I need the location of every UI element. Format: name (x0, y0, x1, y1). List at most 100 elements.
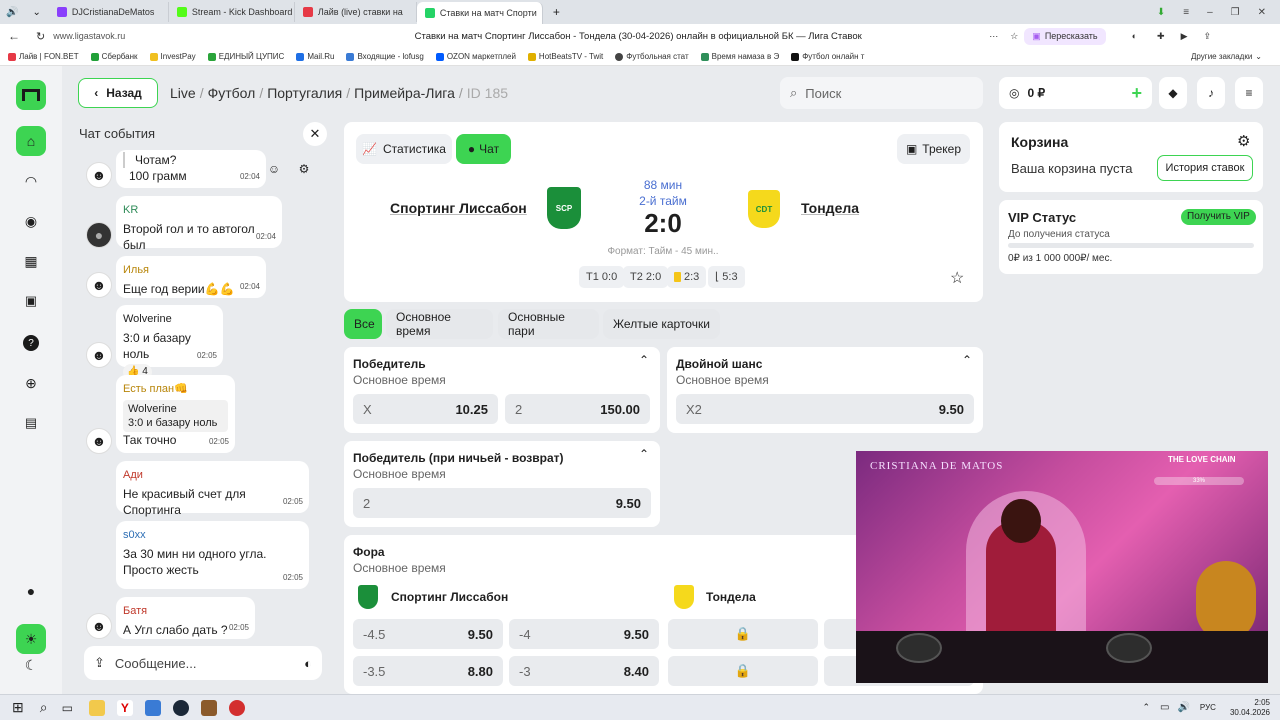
search-icon[interactable]: ⌕ (40, 699, 48, 716)
sidebar-chat[interactable]: ● (16, 576, 46, 606)
task-view-icon[interactable]: ▭ (62, 701, 73, 715)
breadcrumb-item[interactable]: Примейра-Лига (354, 85, 455, 101)
breadcrumb-item[interactable]: Португалия (267, 85, 342, 101)
tray-chevron-icon[interactable]: ⌃ (1142, 702, 1150, 713)
avatar[interactable]: ☻ (86, 342, 112, 368)
avatar[interactable]: ● (86, 222, 112, 248)
new-tab-icon[interactable]: + (543, 5, 570, 19)
puzzle-icon[interactable]: ✚ (1149, 31, 1173, 42)
minimize-icon[interactable]: – (1207, 7, 1213, 18)
bookmark-item[interactable]: InvestPay (149, 52, 196, 61)
chevron-down-icon[interactable]: ⌄ (24, 7, 48, 18)
bookmark-item[interactable]: Входящие - lofusg (346, 52, 424, 61)
site-logo[interactable] (16, 80, 46, 110)
browser-tab-active[interactable]: Ставки на матч Спорти✕ (416, 2, 543, 24)
menu-button[interactable]: ≡ (1235, 77, 1263, 109)
network-icon[interactable]: ▭ (1160, 702, 1169, 713)
basket-settings-icon[interactable]: ⚙ (1237, 132, 1250, 150)
avatar[interactable]: ☻ (86, 272, 112, 298)
close-window-icon[interactable]: ✕ (1258, 7, 1266, 18)
play-icon[interactable]: ▶ (1173, 31, 1196, 42)
upload-icon[interactable]: ⇪ (94, 655, 105, 671)
extensions-icon[interactable]: ◐ (1120, 31, 1149, 41)
message-user[interactable]: KR (123, 202, 275, 218)
filter-yellow-cards[interactable]: Желтые карточки (603, 309, 720, 339)
volume-icon[interactable]: 🔊 (1177, 702, 1189, 713)
back-arrow-icon[interactable]: ← (0, 29, 28, 43)
breadcrumb-item[interactable]: Live (170, 85, 196, 101)
tracker-button[interactable]: ▣ Трекер (897, 134, 970, 164)
odd-button[interactable]: 2 9.50 (353, 488, 651, 518)
avatar[interactable]: ☻ (86, 428, 112, 454)
message-user[interactable]: Батя (123, 603, 248, 619)
windows-start-icon[interactable]: ⊞ (12, 699, 24, 716)
collapse-chevron-icon[interactable]: ⌃ (639, 353, 649, 367)
browser-tab[interactable]: Лайв (live) ставки на (295, 2, 417, 22)
sidebar-help[interactable]: ? (16, 328, 46, 358)
app-icon[interactable] (200, 699, 217, 716)
odd-button[interactable]: -4.5 9.50 (353, 619, 503, 649)
tab-chat[interactable]: ● Чат (456, 134, 511, 164)
message-user[interactable]: Wolverine (123, 311, 216, 327)
chat-close-button[interactable]: ✕ (303, 122, 327, 146)
share-icon[interactable]: ⇪ (1196, 31, 1220, 42)
odd-button[interactable]: X2 9.50 (676, 394, 974, 424)
odd-button[interactable]: -3.5 8.80 (353, 656, 503, 686)
sidebar-calendar[interactable]: ▣ (16, 286, 46, 316)
bookmark-item[interactable]: ЕДИНЫЙ ЦУПИС (207, 52, 284, 61)
bookmark-icon[interactable]: ☆ (1004, 31, 1024, 42)
message-user[interactable]: Ади (123, 467, 302, 483)
breadcrumb-item[interactable]: Футбол (208, 85, 256, 101)
eye-off-icon[interactable]: ◎ (1009, 86, 1019, 100)
reload-icon[interactable]: ↻ (28, 30, 53, 43)
bookmark-item[interactable]: HotBeatsTV - Twit (527, 52, 603, 61)
sidebar-globe[interactable]: ⊕ (16, 368, 46, 398)
sidebar-games[interactable]: ▦ (16, 246, 46, 276)
download-icon[interactable]: ⬇ (1157, 7, 1165, 18)
bookmark-item[interactable]: Сбербанк (90, 52, 138, 61)
avatar[interactable]: ☻ (86, 162, 112, 188)
filter-main-time[interactable]: Основное время (386, 309, 493, 339)
message-user[interactable]: s0xx (123, 527, 302, 543)
odd-button[interactable]: X 10.25 (353, 394, 498, 424)
bookmark-item[interactable]: Футбол онлайн т (791, 52, 864, 61)
menu-icon[interactable]: ≡ (1183, 7, 1189, 18)
message-user[interactable]: Илья (123, 262, 259, 278)
steam-icon[interactable] (172, 699, 189, 716)
clock[interactable]: 2:05 30.04.2026 (1230, 698, 1270, 718)
browser-tab[interactable]: Stream - Kick Dashboard (169, 2, 295, 22)
odd-button[interactable]: -3 8.40 (509, 656, 659, 686)
notifications-button[interactable]: ♪ (1197, 77, 1225, 109)
browser-tab[interactable]: DJCristianaDeMatos (49, 2, 169, 22)
audio-icon[interactable]: 🔊 (0, 7, 24, 18)
app-icon[interactable] (144, 699, 161, 716)
other-bookmarks[interactable]: Другие закладки ⌄ (1191, 52, 1262, 61)
sidebar-briefcase[interactable]: ▤ (16, 408, 46, 438)
maximize-icon[interactable]: ❐ (1231, 7, 1240, 18)
message-user[interactable]: Есть план👊 (123, 381, 228, 397)
bookmark-item[interactable]: Футбольная стат (615, 52, 689, 61)
yandex-browser-icon[interactable]: Y (116, 699, 133, 716)
more-icon[interactable]: ⋯ (983, 31, 1004, 42)
tab-statistics[interactable]: 📈 Статистика (356, 134, 452, 164)
bet-history-button[interactable]: История ставок (1157, 155, 1253, 181)
sidebar-sports[interactable]: ◉ (16, 206, 46, 236)
sidebar-live[interactable]: ◠ (16, 166, 46, 196)
coupon-button[interactable]: ◆ (1159, 77, 1187, 109)
bookmark-item[interactable]: Mail.Ru (296, 52, 334, 61)
deposit-plus-icon[interactable]: + (1131, 83, 1142, 104)
explorer-icon[interactable] (88, 699, 105, 716)
odd-button[interactable]: -4 9.50 (509, 619, 659, 649)
emoji-icon[interactable]: ◐ (304, 656, 312, 671)
retell-button[interactable]: ▣ Пересказать (1024, 27, 1106, 45)
back-button[interactable]: ‹ Назад (78, 78, 158, 108)
get-vip-button[interactable]: Получить VIP (1181, 209, 1256, 225)
filter-all[interactable]: Все (344, 309, 382, 339)
filter-main-bets[interactable]: Основные пари (498, 309, 599, 339)
bookmark-item[interactable]: OZON маркетплей (435, 52, 516, 61)
message-input[interactable]: Сообщение... (115, 656, 294, 671)
odd-button[interactable]: 2 150.00 (505, 394, 650, 424)
collapse-chevron-icon[interactable]: ⌃ (639, 447, 649, 461)
search-input[interactable]: Поиск (805, 86, 841, 101)
stream-overlay[interactable]: CRISTIANA DE MATOS THE LOVE CHAIN 33% (856, 451, 1268, 683)
